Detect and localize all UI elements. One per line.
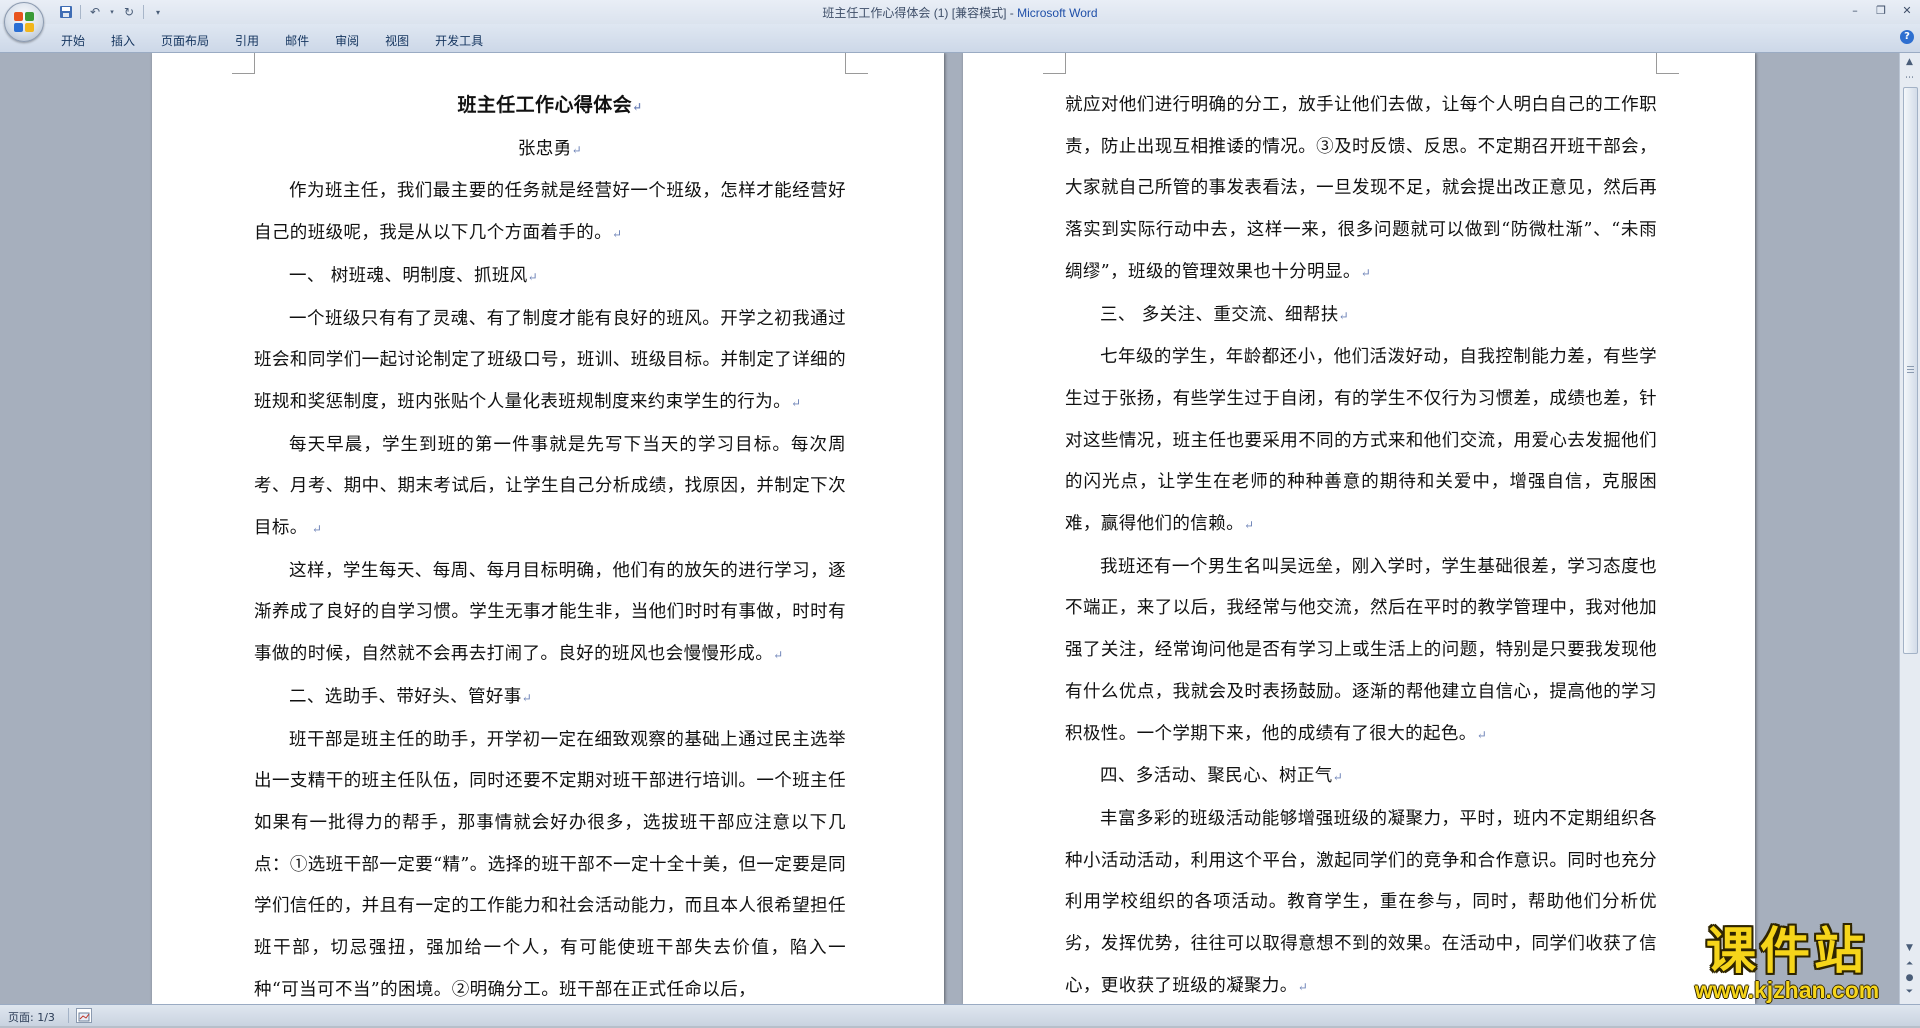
restore-icon[interactable]: ❐ [1868,0,1894,20]
scroll-down-icon[interactable]: ▼ [1902,941,1917,956]
help-icon[interactable]: ? [1900,30,1914,44]
proofing-status-icon[interactable] [76,1008,92,1023]
paragraph: 我班还有一个男生名叫吴远垒，刚入学时，学生基础很差，学习态度也不端正，来了以后，… [1065,556,1657,744]
title-bar: ↶ ▾ ↻ ▾ 班主任工作心得体会 (1) [兼容模式] - Microsoft… [0,0,1920,42]
document-workspace: 班主任工作心得体会↵ 张忠勇↵ 作为班主任，我们最主要的任务就是经营好一个班级，… [0,53,1900,1004]
scrollbar-thumb[interactable] [1903,87,1918,654]
section-heading: 四、多活动、聚民心、树正气↵ [1100,766,1344,787]
page-indicator[interactable]: 页面: 1/3 [8,1009,55,1025]
section-heading: 一、 树班魂、明制度、抓班风↵ [289,265,539,286]
document-page-2[interactable]: 就应对他们进行明确的分工，放手让他们去做，让每个人明白自己的工作职责，防止出现互… [963,53,1755,1004]
ribbon-tab-bar: 开始 插入 页面布局 引用 邮件 审阅 视图 开发工具 ? [0,24,1920,53]
tab-insert[interactable]: 插入 [98,29,148,52]
crop-mark [1043,53,1066,74]
previous-page-icon[interactable]: ⏶ [1902,957,1917,972]
vertical-scrollbar[interactable]: ▲ ⋯ ▼ ⏶ ● ⏷ [1899,53,1920,1004]
tab-references[interactable]: 引用 [222,29,272,52]
crop-mark [232,53,255,74]
document-page-1[interactable]: 班主任工作心得体会↵ 张忠勇↵ 作为班主任，我们最主要的任务就是经营好一个班级，… [152,53,944,1004]
page-text[interactable]: 班主任工作心得体会↵ 张忠勇↵ 作为班主任，我们最主要的任务就是经营好一个班级，… [254,85,846,1004]
office-logo-icon [14,12,34,32]
status-bar: 页面: 1/3 [0,1004,1920,1026]
paragraph: 作为班主任，我们最主要的任务就是经营好一个班级，怎样才能经营好自己的班级呢，我是… [254,181,846,244]
watermark-logo: 课件站 www.kjzhan.com [1672,924,1902,1004]
scroll-up-icon[interactable]: ▲ [1902,55,1917,70]
tab-home[interactable]: 开始 [48,29,98,52]
window-title: 班主任工作心得体会 (1) [兼容模式] - Microsoft Word [0,4,1920,21]
tab-review[interactable]: 审阅 [322,29,372,52]
watermark-url: www.kjzhan.com [1694,977,1880,1003]
paragraph: 七年级的学生，年龄都还小，他们活泼好动，自我控制能力差，有些学生过于张扬，有些学… [1065,347,1657,535]
document-heading: 班主任工作心得体会↵ [457,94,643,116]
document-author: 张忠勇↵ [517,138,583,159]
section-heading: 三、 多关注、重交流、细帮扶↵ [1100,304,1350,325]
crop-mark [1656,53,1679,74]
paragraph: 这样，学生每天、每周、每月目标明确，他们有的放矢的进行学习，逐渐养成了良好的自学… [254,560,846,665]
app-name: Microsoft Word [1017,6,1098,20]
close-icon[interactable]: ✕ [1894,0,1920,20]
watermark-title: 课件站 [1706,922,1868,980]
paragraph: 一个班级只有有了灵魂、有了制度才能有良好的班风。开学之初我通过班会和同学们一起讨… [254,308,846,412]
paragraph: 每天早晨，学生到班的第一件事就是先写下当天的学习目标。每次周考、月考、期中、期末… [254,434,846,539]
tab-view[interactable]: 视图 [372,29,422,52]
next-page-icon[interactable]: ⏷ [1902,985,1917,1000]
office-button[interactable] [4,2,44,42]
paragraph: 就应对他们进行明确的分工，放手让他们去做，让每个人明白自己的工作职责，防止出现互… [1065,95,1657,282]
tab-mailings[interactable]: 邮件 [272,29,322,52]
paragraph: 班干部是班主任的助手，开学初一定在细致观察的基础上通过民主选举出一支精干的班主任… [254,729,846,1000]
minimize-icon[interactable]: – [1842,0,1868,20]
section-heading: 二、选助手、带好头、管好事↵ [289,686,533,707]
select-browse-object-icon[interactable]: ● [1902,971,1917,986]
document-title: 班主任工作心得体会 (1) [兼容模式] - [822,6,1018,20]
ribbon-tabs: 开始 插入 页面布局 引用 邮件 审阅 视图 开发工具 [48,29,496,52]
page-text[interactable]: 就应对他们进行明确的分工，放手让他们去做，让每个人明白自己的工作职责，防止出现互… [1065,85,1657,1004]
window-controls: – ❐ ✕ [1842,0,1920,20]
tab-page-layout[interactable]: 页面布局 [148,29,222,52]
crop-mark [845,53,868,74]
tab-developer[interactable]: 开发工具 [422,29,496,52]
ruler-toggle-icon[interactable]: ⋯ [1902,71,1917,86]
paragraph: 丰富多彩的班级活动能够增强班级的凝聚力，平时，班内不定期组织各种小活动活动，利用… [1065,808,1657,996]
